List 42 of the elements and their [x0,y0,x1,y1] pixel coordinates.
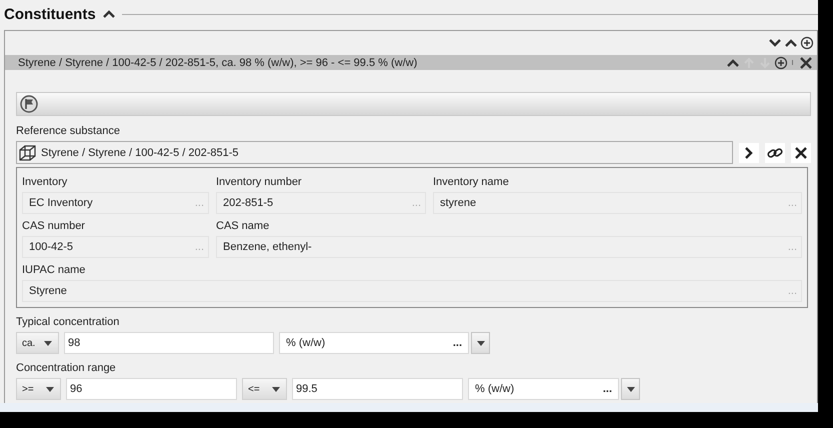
qualifier-dropdown[interactable]: ca. [16,332,59,354]
flag-icon[interactable] [20,95,38,113]
close-icon[interactable] [791,142,811,162]
read-only-field: Styrene ... [22,280,802,302]
unit-field[interactable]: % (w/w) ... [279,332,469,354]
close-icon[interactable] [799,56,813,70]
field-label: Inventory number [216,176,303,188]
field-label: Concentration range [16,362,117,374]
caret-icon [46,386,54,392]
value-field[interactable]: 98 [64,332,274,354]
field-label: Reference substance [16,125,121,137]
cube-icon [19,144,37,160]
field-label: CAS name [216,220,270,232]
read-only-field: 100-42-5 ... [22,236,209,258]
read-only-field: styrene ... [433,192,802,214]
value-field[interactable]: 99.5 [292,378,463,400]
read-only-field: Benzene, ethenyl- ... [216,236,802,258]
read-only-field: EC Inventory ... [22,192,209,214]
section-title: Constituents [4,6,96,22]
item-header[interactable]: Styrene / Styrene / 100-42-5 / 202-851-5, ca. 98 % (w/w), >= 96 - <= 99.5 % (w/w) [5,55,817,70]
link-icon[interactable] [765,142,785,162]
unit-field[interactable]: % (w/w) ... [468,378,619,400]
add-icon[interactable] [800,36,814,50]
caret-icon [272,386,280,392]
dropdown-button[interactable] [471,332,490,354]
read-only-field: 202-851-5 ... [216,192,426,214]
field-label: Inventory [22,176,68,188]
add-icon[interactable] [774,56,788,70]
chevron-right-icon[interactable] [739,142,759,162]
field-label: Inventory name [433,176,510,188]
item-summary: Styrene / Styrene / 100-42-5 / 202-851-5, ca. 98 % (w/w), >= 96 - <= 99.5 % (w/w) [18,56,418,68]
value-field[interactable]: 96 [66,378,237,400]
caret-icon [626,386,634,392]
caret-icon [476,340,484,346]
caret-icon [44,340,52,346]
reference-substance-field[interactable]: Styrene / Styrene / 100-42-5 / 202-851-5 [16,141,733,164]
field-label: IUPAC name [22,264,86,276]
field-label: CAS number [22,220,86,232]
qualifier-dropdown[interactable]: >= [16,378,61,400]
field-label: Typical concentration [16,316,120,328]
qualifier-dropdown[interactable]: <= [242,378,287,400]
dropdown-button[interactable] [621,378,640,400]
